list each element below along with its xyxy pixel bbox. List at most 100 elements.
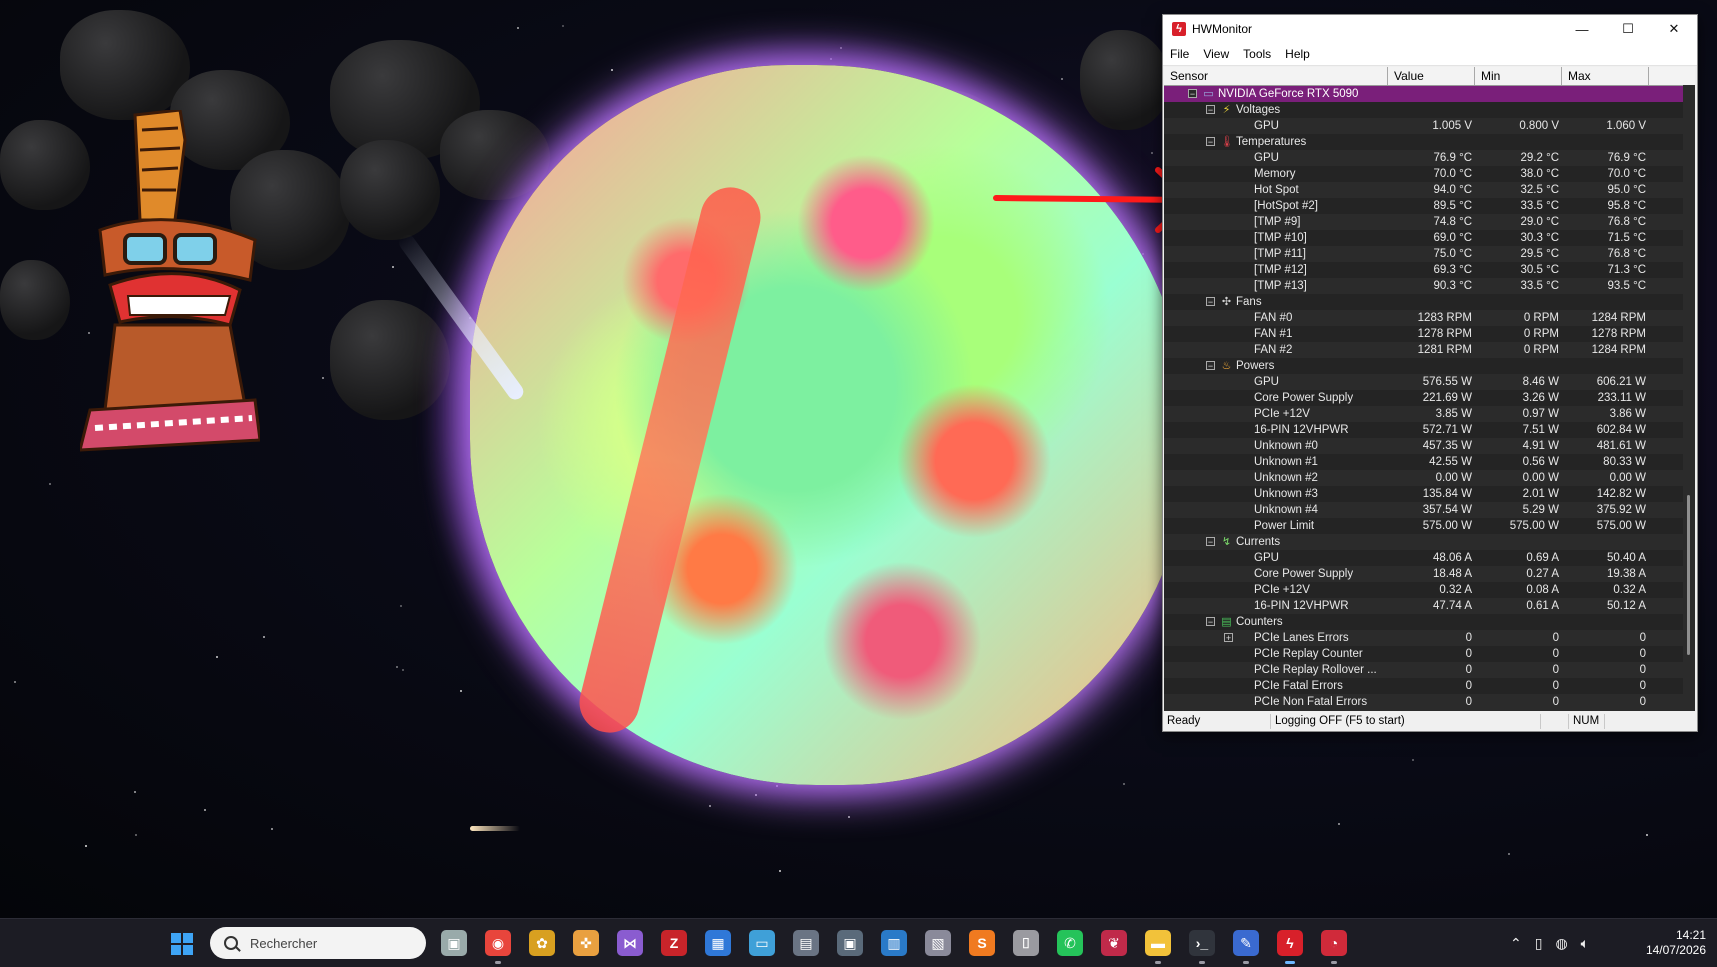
app-gamepad-icon[interactable]: ✜ [573, 930, 599, 956]
collapse-toggle[interactable]: − [1206, 361, 1215, 371]
sensor-row[interactable]: GPU 76.9 °C 29.2 °C 76.9 °C [1164, 150, 1683, 166]
sensor-row[interactable]: PCIe +12V 0.32 A 0.08 A 0.32 A [1164, 582, 1683, 598]
sensor-group-powers[interactable]: − ♨ Powers [1164, 358, 1683, 374]
battery-icon[interactable]: ▯ [1535, 935, 1543, 952]
sensor-group-currents[interactable]: − ↯ Currents [1164, 534, 1683, 550]
column-sensor[interactable]: Sensor [1164, 67, 1388, 85]
usb-tool-icon[interactable]: ⌷ [1013, 930, 1039, 956]
menu-view[interactable]: View [1196, 47, 1236, 61]
sensor-row[interactable]: FAN #2 1281 RPM 0 RPM 1284 RPM [1164, 342, 1683, 358]
sensor-row[interactable]: Core Power Supply 221.69 W 3.26 W 233.11 W [1164, 390, 1683, 406]
sensor-row[interactable]: 16-PIN 12VHPWR 47.74 A 0.61 A 50.12 A [1164, 598, 1683, 614]
sensor-value: 70.0 °C [1433, 168, 1472, 180]
sensor-min: 7.51 W [1522, 424, 1559, 436]
sensor-row[interactable]: [TMP #13] 90.3 °C 33.5 °C 93.5 °C [1164, 278, 1683, 294]
hwmonitor-icon[interactable]: ϟ [1277, 930, 1303, 964]
collapse-toggle[interactable]: − [1206, 297, 1215, 307]
sensor-row[interactable]: PCIe +12V 3.85 W 0.97 W 3.86 W [1164, 406, 1683, 422]
sensor-row[interactable]: Hot Spot 94.0 °C 32.5 °C 95.0 °C [1164, 182, 1683, 198]
clock[interactable]: 14:21 14/07/2026 [1636, 928, 1706, 958]
sensor-row[interactable]: GPU 48.06 A 0.69 A 50.40 A [1164, 550, 1683, 566]
menu-tools[interactable]: Tools [1236, 47, 1278, 61]
sensor-row[interactable]: GPU 1.005 V 0.800 V 1.060 V [1164, 118, 1683, 134]
sensor-label: Unknown #3 [1254, 488, 1318, 500]
column-header: Sensor Value Min Max [1164, 67, 1695, 86]
visual-studio-icon[interactable]: ⋈ [617, 930, 643, 956]
calculator-icon[interactable]: ▤ [793, 930, 819, 956]
file-explorer-icon[interactable]: ▬ [1145, 930, 1171, 964]
sensor-row[interactable]: PCIe Fatal Errors 0 0 0 [1164, 678, 1683, 694]
microsoft-store-icon[interactable]: ▦ [705, 930, 731, 956]
sensor-row[interactable]: FAN #1 1278 RPM 0 RPM 1278 RPM [1164, 326, 1683, 342]
collapse-toggle[interactable]: − [1206, 537, 1215, 547]
sensor-row[interactable]: Core Power Supply 18.48 A 0.27 A 19.38 A [1164, 566, 1683, 582]
volume-icon[interactable]: 🔈︎ [1581, 935, 1589, 952]
sensor-row[interactable]: 16-PIN 12VHPWR 572.71 W 7.51 W 602.84 W [1164, 422, 1683, 438]
vertical-scrollbar[interactable] [1683, 85, 1695, 711]
sensor-label: PCIe Replay Rollover ... [1254, 664, 1377, 676]
expand-toggle[interactable]: + [1224, 633, 1233, 643]
gauge-app-icon[interactable]: ◔ [1321, 930, 1347, 964]
sensor-tree[interactable]: Sensor Value Min Max − ▭ NVIDIA GeForce RT… [1164, 67, 1695, 711]
sensor-row[interactable]: [TMP #12] 69.3 °C 30.5 °C 71.3 °C [1164, 262, 1683, 278]
sensor-row[interactable]: Memory 70.0 °C 38.0 °C 70.0 °C [1164, 166, 1683, 182]
sensor-row[interactable]: [TMP #9] 74.8 °C 29.0 °C 76.8 °C [1164, 214, 1683, 230]
sensor-row[interactable]: + PCIe Lanes Errors 0 0 0 [1164, 630, 1683, 646]
sublime-text-icon[interactable]: S [969, 930, 995, 956]
sensor-row[interactable]: Power Limit 575.00 W 575.00 W 575.00 W [1164, 518, 1683, 534]
collapse-toggle[interactable]: − [1188, 89, 1197, 99]
star [1060, 77, 1063, 80]
app-multicolor-icon[interactable]: ✿ [529, 930, 555, 956]
device-manager-icon[interactable]: ▧ [925, 930, 951, 956]
sensor-group-counters[interactable]: − ▤ Counters [1164, 614, 1683, 630]
sensor-row[interactable]: GPU 576.55 W 8.46 W 606.21 W [1164, 374, 1683, 390]
column-value[interactable]: Value [1388, 67, 1475, 85]
close-button[interactable]: ✕ [1651, 15, 1697, 43]
sensor-row[interactable]: Unknown #2 0.00 W 0.00 W 0.00 W [1164, 470, 1683, 486]
collapse-toggle[interactable]: − [1206, 105, 1215, 115]
title-bar[interactable]: ϟ HWMonitor — ☐ ✕ [1163, 15, 1697, 43]
collapse-toggle[interactable]: − [1206, 137, 1215, 147]
network-monitor-icon[interactable]: ▣ [837, 930, 863, 956]
minimize-button[interactable]: — [1559, 15, 1605, 43]
sensor-group-voltages[interactable]: − ⚡ Voltages [1164, 102, 1683, 118]
column-min[interactable]: Min [1475, 67, 1562, 85]
menu-file[interactable]: File [1163, 47, 1196, 61]
column-max[interactable]: Max [1562, 67, 1649, 85]
device-row[interactable]: − ▭ NVIDIA GeForce RTX 5090 [1164, 86, 1683, 102]
sensor-row[interactable]: Unknown #4 357.54 W 5.29 W 375.92 W [1164, 502, 1683, 518]
chrome-icon[interactable]: ◉ [485, 930, 511, 964]
maximize-button[interactable]: ☐ [1605, 15, 1651, 43]
hwmonitor-window[interactable]: ϟ HWMonitor — ☐ ✕ File View Tools Help S… [1162, 14, 1698, 732]
menu-help[interactable]: Help [1278, 47, 1317, 61]
sensor-row[interactable]: Unknown #1 42.55 W 0.56 W 80.33 W [1164, 454, 1683, 470]
sensor-group-fans[interactable]: − ✣ Fans [1164, 294, 1683, 310]
search-box[interactable]: Rechercher [210, 927, 426, 959]
remote-desktop-icon[interactable]: ▭ [749, 930, 775, 956]
network-icon[interactable]: ◍ [1555, 935, 1567, 952]
windows-start-icon[interactable] [171, 933, 193, 955]
sensor-row[interactable]: PCIe Replay Counter 0 0 0 [1164, 646, 1683, 662]
sensor-label: Memory [1254, 168, 1296, 180]
whatsapp-icon[interactable]: ✆ [1057, 930, 1083, 956]
sensor-row[interactable]: Unknown #3 135.84 W 2.01 W 142.82 W [1164, 486, 1683, 502]
sensor-row[interactable]: PCIe Replay Rollover ... 0 0 0 [1164, 662, 1683, 678]
sensor-row[interactable]: PCIe Non Fatal Errors 0 0 0 [1164, 694, 1683, 710]
text-editor-icon[interactable]: ✎ [1233, 930, 1259, 964]
filezilla-icon[interactable]: Z [661, 930, 687, 956]
task-view-icon[interactable]: ▣ [441, 930, 467, 956]
terminal-icon[interactable]: ›_ [1189, 930, 1215, 964]
collapse-toggle[interactable]: − [1206, 617, 1215, 627]
sensor-row[interactable]: [TMP #10] 69.0 °C 30.3 °C 71.5 °C [1164, 230, 1683, 246]
scrollbar-thumb[interactable] [1687, 495, 1690, 655]
sensor-group-temperatures[interactable]: − 🌡︎ Temperatures [1164, 134, 1683, 150]
sensor-row[interactable]: Unknown #0 457.35 W 4.91 W 481.61 W [1164, 438, 1683, 454]
sensor-row[interactable]: FAN #0 1283 RPM 0 RPM 1284 RPM [1164, 310, 1683, 326]
chevron-up-icon[interactable]: ⌃ [1510, 935, 1522, 952]
sensor-row[interactable]: [TMP #11] 75.0 °C 29.5 °C 76.8 °C [1164, 246, 1683, 262]
system-monitor-icon[interactable]: ▥ [881, 930, 907, 956]
sensor-row[interactable]: [HotSpot #2] 89.5 °C 33.5 °C 95.8 °C [1164, 198, 1683, 214]
sensor-min: 29.2 °C [1520, 152, 1559, 164]
star [1646, 834, 1649, 837]
raspberry-icon[interactable]: ❦ [1101, 930, 1127, 956]
